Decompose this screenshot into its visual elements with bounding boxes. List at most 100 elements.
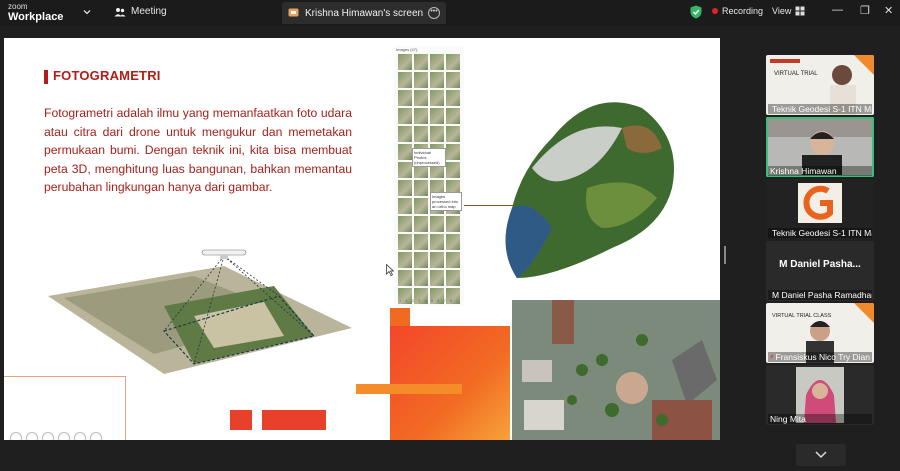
maximize-icon[interactable]: ❐ [860,4,870,17]
shared-slide: FOTOGRAMETRI Fotogrametri adalah ilmu ya… [4,38,720,440]
drone-survey-illustration [48,249,352,374]
thumbnail [398,180,412,196]
participant-big-name: M Daniel Pasha... [779,259,861,270]
previous-slide-icon[interactable] [10,432,22,440]
participant-name: Teknik Geodesi S-1 ITN Malang [768,104,872,114]
participant-name-text: Krishna Himawan [770,166,837,176]
3d-terrain-model-image [505,102,674,279]
thumbnail [446,108,460,124]
thumbnail [414,180,428,196]
thumbnail [398,234,412,250]
thumbnail [430,90,444,106]
title-accent-bar [44,70,48,84]
security-shield-icon[interactable] [690,5,702,19]
thumbnail [446,54,460,70]
thumbnail [414,108,428,124]
thumbnail [398,162,412,178]
thumbnail [430,54,444,70]
thumbnail [430,126,444,142]
thumbnail [398,54,412,70]
thumbnail [430,252,444,268]
screen-share-icon [288,8,299,17]
thumbnail [398,126,412,142]
meeting-button[interactable]: Meeting [114,6,167,17]
grid-view-icon [795,6,805,16]
share-tab-label: Krishna Himawan's screen [305,7,424,19]
participant-tile[interactable]: VIRTUAL TRIAL CLASS Fransiskus Nico Try … [766,303,874,363]
participant-gallery: VIRTUAL TRIAL Teknik Geodesi S-1 ITN Mal… [766,55,876,427]
thumbnail [398,198,412,214]
thumbnail [430,108,444,124]
pen-icon[interactable] [42,432,54,440]
chevron-down-icon [815,451,827,459]
thumbnail [414,234,428,250]
thumbnail [446,72,460,88]
thumbnail [414,90,428,106]
decorative-orange-square [390,308,410,326]
participant-name-text: Fransiskus Nico Try Dian [775,352,870,362]
thumbnail [398,216,412,232]
3d-city-model-image [512,300,720,440]
participant-tile[interactable]: Ning Mita [766,365,874,425]
slides-icon[interactable] [58,432,70,440]
decorative-red-bar [262,410,326,430]
meeting-stage: FOTOGRAMETRI Fotogrametri adalah ilmu ya… [0,26,900,466]
participant-name-text: Ning Mita [770,414,806,424]
participants-icon [114,7,126,16]
splitter-handle[interactable] [724,246,726,264]
image-thumbnail-panel: Images (47) Individual Photos (unprocess… [394,46,464,306]
view-label: View [772,6,792,16]
zoom-icon[interactable] [74,432,86,440]
thumbnail [398,108,412,124]
participant-name: Teknik Geodesi S-1 ITN Malang [768,228,872,238]
view-button[interactable]: View [772,6,805,16]
gallery-scroll-down-button[interactable] [796,444,846,466]
participant-tile[interactable]: Teknik Geodesi S-1 ITN Malang [766,179,874,239]
thumbnail [414,270,428,286]
note-processed-images: Images processed into an ortho map [430,192,462,211]
logo-bottom-text: Workplace [8,11,64,23]
thumbnail [398,252,412,268]
more-options-icon[interactable]: ••• [428,7,440,19]
participant-tile[interactable]: VIRTUAL TRIAL Teknik Geodesi S-1 ITN Mal… [766,55,874,115]
participant-name: Ning Mita [768,414,872,424]
participant-name: M Daniel Pasha Ramadhan [768,290,872,300]
slide-toolbar [10,432,102,440]
more-icon[interactable] [90,432,102,440]
card-text: VIRTUAL TRIAL CLASS [772,313,832,319]
thumbnail [414,252,428,268]
screen-share-tab[interactable]: Krishna Himawan's screen ••• [282,2,446,24]
thumbnail [398,72,412,88]
chevron-down-icon[interactable] [82,7,92,17]
decorative-frame [4,376,126,440]
minimize-icon[interactable]: — [832,4,843,16]
participant-name: Krishna Himawan [768,166,872,176]
thumbnail [414,54,428,70]
participant-name: Fransiskus Nico Try Dian [768,352,872,362]
decorative-red-square [230,410,252,430]
close-icon[interactable]: ✕ [884,4,893,17]
recording-label: Recording [722,6,764,16]
participant-name-text: M Daniel Pasha Ramadhan [772,290,872,300]
recording-dot-icon [712,8,718,14]
thumbnail [446,162,460,178]
thumbnail [398,144,412,160]
thumbnail [398,270,412,286]
next-slide-icon[interactable] [26,432,38,440]
zoom-logo: zoom Workplace [8,2,64,23]
thumbnail-pager: ‹ 1 2 3 4 5 6 7 8 › [400,298,459,303]
thumbnail [430,270,444,286]
thumbnail-grid [398,54,460,304]
decorative-orange-bar [356,384,462,394]
panel-header: Images (47) [396,47,418,52]
meeting-label: Meeting [131,6,167,17]
recording-indicator[interactable]: Recording [712,6,763,16]
thumbnail [398,90,412,106]
thumbnail [446,126,460,142]
card-text: VIRTUAL TRIAL [774,71,818,77]
thumbnail [430,234,444,250]
thumbnail [430,72,444,88]
thumbnail [446,144,460,160]
participant-tile[interactable]: M Daniel Pasha... M Daniel Pasha Ramadha… [766,241,874,301]
participant-tile-active-speaker[interactable]: Krishna Himawan [766,117,874,177]
